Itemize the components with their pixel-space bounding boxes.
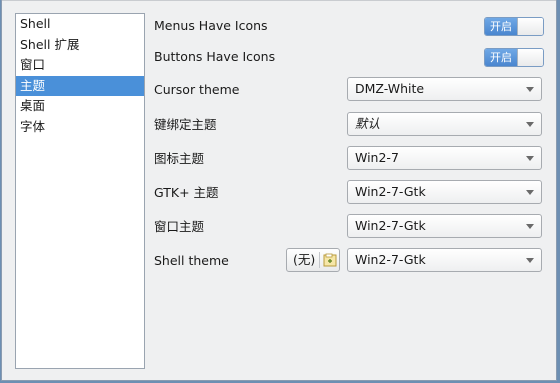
sidebar-item-label: 桌面 xyxy=(20,98,46,113)
icon-theme-label: 图标主题 xyxy=(154,151,205,166)
gtk-theme-row: GTK+ 主题 Win2-7-Gtk xyxy=(154,180,544,206)
sidebar-item-label: 窗口 xyxy=(20,57,46,72)
gtk-theme-dropdown[interactable]: Win2-7-Gtk xyxy=(347,180,542,204)
sidebar-item-label: Shell xyxy=(20,16,51,31)
file-button-label: (无) xyxy=(293,252,316,267)
chevron-down-icon xyxy=(526,122,534,127)
chevron-down-icon xyxy=(526,224,534,229)
chevron-down-icon xyxy=(526,156,534,161)
dropdown-value: 默认 xyxy=(355,116,381,131)
buttons-have-icons-label: Buttons Have Icons xyxy=(154,49,276,64)
dropdown-value: Win2-7-Gtk xyxy=(355,184,426,199)
dropdown-value: Win2-7-Gtk xyxy=(355,252,426,267)
window-theme-label: 窗口主题 xyxy=(154,219,205,234)
menus-have-icons-label: Menus Have Icons xyxy=(154,18,268,33)
gtk-theme-label: GTK+ 主题 xyxy=(154,185,219,200)
sidebar-item-label: 字体 xyxy=(20,118,46,134)
cursor-theme-dropdown[interactable]: DMZ-White xyxy=(347,77,542,101)
menus-have-icons-switch[interactable]: 开启 xyxy=(484,17,544,36)
sidebar-item-theme[interactable]: 主题 xyxy=(16,75,144,96)
switch-knob xyxy=(517,49,543,66)
sidebar-item-windows[interactable]: 窗口 xyxy=(16,55,144,76)
tweak-tool-window: Shell Shell 扩展 窗口 主题 桌面 字体 Menus Have Ic… xyxy=(1,0,557,381)
sidebar-item-shell[interactable]: Shell xyxy=(16,14,144,35)
sidebar-item-fonts[interactable]: 字体 xyxy=(16,117,144,138)
buttons-have-icons-switch[interactable]: 开启 xyxy=(484,48,544,67)
cursor-theme-label: Cursor theme xyxy=(154,82,240,97)
icon-theme-row: 图标主题 Win2-7 xyxy=(154,146,544,172)
sidebar-item-label: 主题 xyxy=(20,77,46,93)
window-theme-dropdown[interactable]: Win2-7-Gtk xyxy=(347,214,542,238)
sidebar-list: Shell Shell 扩展 窗口 主题 桌面 字体 xyxy=(15,13,145,369)
switch-state-label: 开启 xyxy=(485,49,517,66)
window-theme-row: 窗口主题 Win2-7-Gtk xyxy=(154,214,544,240)
switch-knob xyxy=(517,18,543,35)
dropdown-value: Win2-7 xyxy=(355,150,399,165)
shell-theme-file-button[interactable]: (无) xyxy=(286,248,340,272)
keybinding-theme-dropdown[interactable]: 默认 xyxy=(347,112,542,136)
sidebar-item-desktop[interactable]: 桌面 xyxy=(16,96,144,117)
window-top-border xyxy=(2,0,556,1)
buttons-have-icons-row: Buttons Have Icons 开启 xyxy=(154,44,544,70)
shell-theme-row: Shell theme (无) Win2-7-Gtk xyxy=(154,248,544,274)
file-button-separator xyxy=(319,252,320,268)
shell-theme-label: Shell theme xyxy=(154,253,229,268)
menus-have-icons-row: Menus Have Icons 开启 xyxy=(154,13,544,39)
keybinding-theme-row: 键绑定主题 默认 xyxy=(154,112,544,138)
switch-state-label: 开启 xyxy=(485,18,517,35)
dropdown-value: Win2-7-Gtk xyxy=(355,218,426,233)
shell-theme-dropdown[interactable]: Win2-7-Gtk xyxy=(347,248,542,272)
chevron-down-icon xyxy=(526,190,534,195)
dropdown-value: DMZ-White xyxy=(355,81,425,96)
icon-theme-dropdown[interactable]: Win2-7 xyxy=(347,146,542,170)
sidebar-item-shell-extensions[interactable]: Shell 扩展 xyxy=(16,35,144,56)
keybinding-theme-label: 键绑定主题 xyxy=(154,117,217,132)
cursor-theme-row: Cursor theme DMZ-White xyxy=(154,77,544,103)
folder-open-icon xyxy=(323,253,337,267)
chevron-down-icon xyxy=(526,87,534,92)
sidebar-item-label: Shell 扩展 xyxy=(20,36,80,52)
chevron-down-icon xyxy=(526,258,534,263)
